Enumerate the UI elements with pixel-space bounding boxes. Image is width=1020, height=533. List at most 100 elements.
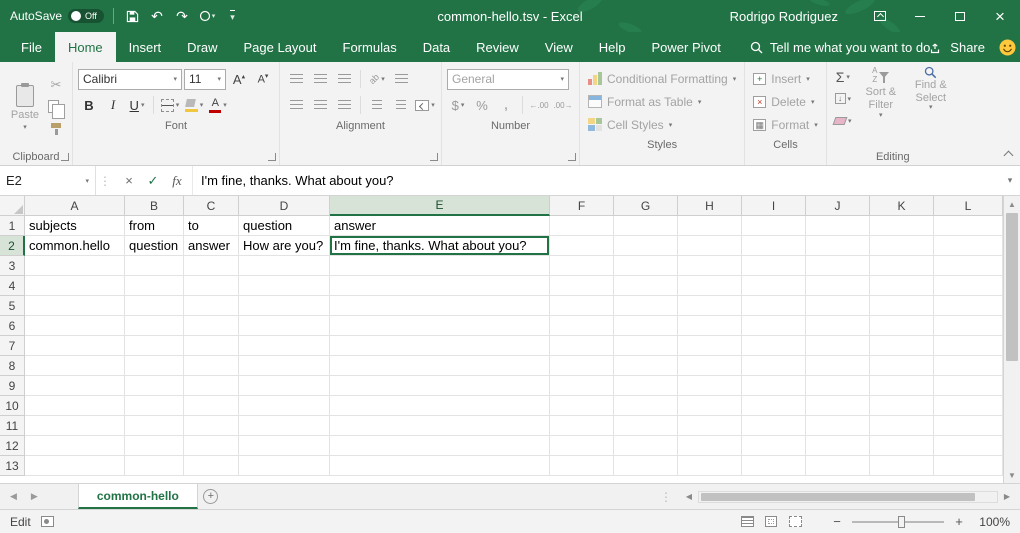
autosum-button[interactable]: Σ▾ [832, 66, 854, 87]
cell-G7[interactable] [614, 336, 678, 356]
cell-E10[interactable] [330, 396, 550, 416]
cell-K3[interactable] [870, 256, 934, 276]
cell-D5[interactable] [239, 296, 330, 316]
cell-K10[interactable] [870, 396, 934, 416]
cell-D13[interactable] [239, 456, 330, 476]
cell-D6[interactable] [239, 316, 330, 336]
number-dialog-launcher[interactable] [568, 153, 576, 161]
vertical-scrollbar[interactable]: ▲ ▼ [1003, 196, 1020, 483]
decrease-font-size-button[interactable]: A▾ [252, 69, 274, 90]
cell-B3[interactable] [125, 256, 184, 276]
number-format-combo[interactable]: General▾ [447, 69, 569, 90]
autosave-toggle[interactable]: Off [68, 9, 104, 23]
cell-B5[interactable] [125, 296, 184, 316]
align-left-button[interactable] [285, 95, 307, 116]
cell-H6[interactable] [678, 316, 742, 336]
percent-style-button[interactable]: % [471, 95, 493, 116]
cell-H7[interactable] [678, 336, 742, 356]
tab-formulas[interactable]: Formulas [330, 32, 410, 62]
row-header-7[interactable]: 7 [0, 336, 25, 356]
cell-A13[interactable] [25, 456, 125, 476]
cell-F4[interactable] [550, 276, 614, 296]
cell-K13[interactable] [870, 456, 934, 476]
cell-K5[interactable] [870, 296, 934, 316]
cell-L5[interactable] [934, 296, 1003, 316]
cell-D8[interactable] [239, 356, 330, 376]
column-header-L[interactable]: L [934, 196, 1003, 216]
cell-C2[interactable]: answer [184, 236, 239, 256]
bottom-align-button[interactable] [333, 69, 355, 90]
cell-L4[interactable] [934, 276, 1003, 296]
cell-B12[interactable] [125, 436, 184, 456]
new-sheet-button[interactable]: + [198, 484, 224, 509]
cell-G12[interactable] [614, 436, 678, 456]
cell-L12[interactable] [934, 436, 1003, 456]
clipboard-dialog-launcher[interactable] [61, 153, 69, 161]
cell-K11[interactable] [870, 416, 934, 436]
cell-G13[interactable] [614, 456, 678, 476]
cell-B13[interactable] [125, 456, 184, 476]
fill-button[interactable]: ↓▾ [832, 88, 854, 109]
row-header-11[interactable]: 11 [0, 416, 25, 436]
row-header-8[interactable]: 8 [0, 356, 25, 376]
cancel-button[interactable]: × [118, 170, 140, 192]
cell-L9[interactable] [934, 376, 1003, 396]
row-header-3[interactable]: 3 [0, 256, 25, 276]
format-painter-button[interactable] [45, 118, 67, 139]
cell-H5[interactable] [678, 296, 742, 316]
cell-F11[interactable] [550, 416, 614, 436]
scroll-down-arrow-icon[interactable]: ▼ [1004, 467, 1020, 483]
row-header-2[interactable]: 2 [0, 236, 25, 256]
cell-E4[interactable] [330, 276, 550, 296]
font-name-combo[interactable]: Calibri▾ [78, 69, 182, 90]
tab-file[interactable]: File [8, 32, 55, 62]
italic-button[interactable]: I [102, 95, 124, 116]
cell-J13[interactable] [806, 456, 870, 476]
cell-D3[interactable] [239, 256, 330, 276]
column-header-C[interactable]: C [184, 196, 239, 216]
cell-H3[interactable] [678, 256, 742, 276]
cell-C12[interactable] [184, 436, 239, 456]
orientation-button[interactable]: ab▾ [366, 69, 388, 90]
user-name[interactable]: Rodrigo Rodriguez [730, 9, 838, 24]
cell-D4[interactable] [239, 276, 330, 296]
cell-J2[interactable] [806, 236, 870, 256]
cell-H1[interactable] [678, 216, 742, 236]
name-box[interactable]: E2 ▾ [0, 166, 96, 195]
cell-E5[interactable] [330, 296, 550, 316]
bold-button[interactable]: B [78, 95, 100, 116]
cell-B10[interactable] [125, 396, 184, 416]
cell-C8[interactable] [184, 356, 239, 376]
format-cells-button[interactable]: ▦Format▾ [750, 113, 821, 136]
increase-decimal-button[interactable]: ←.00 [528, 95, 550, 116]
merge-center-button[interactable]: ▾ [414, 95, 436, 116]
cell-L11[interactable] [934, 416, 1003, 436]
cell-I9[interactable] [742, 376, 806, 396]
cell-I13[interactable] [742, 456, 806, 476]
tab-data[interactable]: Data [410, 32, 463, 62]
cell-G9[interactable] [614, 376, 678, 396]
cell-styles-button[interactable]: Cell Styles▾ [585, 113, 739, 136]
cell-C1[interactable]: to [184, 216, 239, 236]
cell-G10[interactable] [614, 396, 678, 416]
cell-F13[interactable] [550, 456, 614, 476]
cell-G1[interactable] [614, 216, 678, 236]
cell-J7[interactable] [806, 336, 870, 356]
cell-E7[interactable] [330, 336, 550, 356]
sheet-tab-active[interactable]: common-hello [78, 484, 198, 509]
font-dialog-launcher[interactable] [268, 153, 276, 161]
cell-C10[interactable] [184, 396, 239, 416]
cell-C11[interactable] [184, 416, 239, 436]
cell-H11[interactable] [678, 416, 742, 436]
cell-L8[interactable] [934, 356, 1003, 376]
row-header-6[interactable]: 6 [0, 316, 25, 336]
top-align-button[interactable] [285, 69, 307, 90]
minimize-button[interactable] [900, 0, 940, 32]
cell-K1[interactable] [870, 216, 934, 236]
cell-G11[interactable] [614, 416, 678, 436]
cell-G2[interactable] [614, 236, 678, 256]
font-color-button[interactable]: A▾ [207, 95, 229, 116]
cell-D10[interactable] [239, 396, 330, 416]
decrease-indent-button[interactable] [366, 95, 388, 116]
row-header-9[interactable]: 9 [0, 376, 25, 396]
